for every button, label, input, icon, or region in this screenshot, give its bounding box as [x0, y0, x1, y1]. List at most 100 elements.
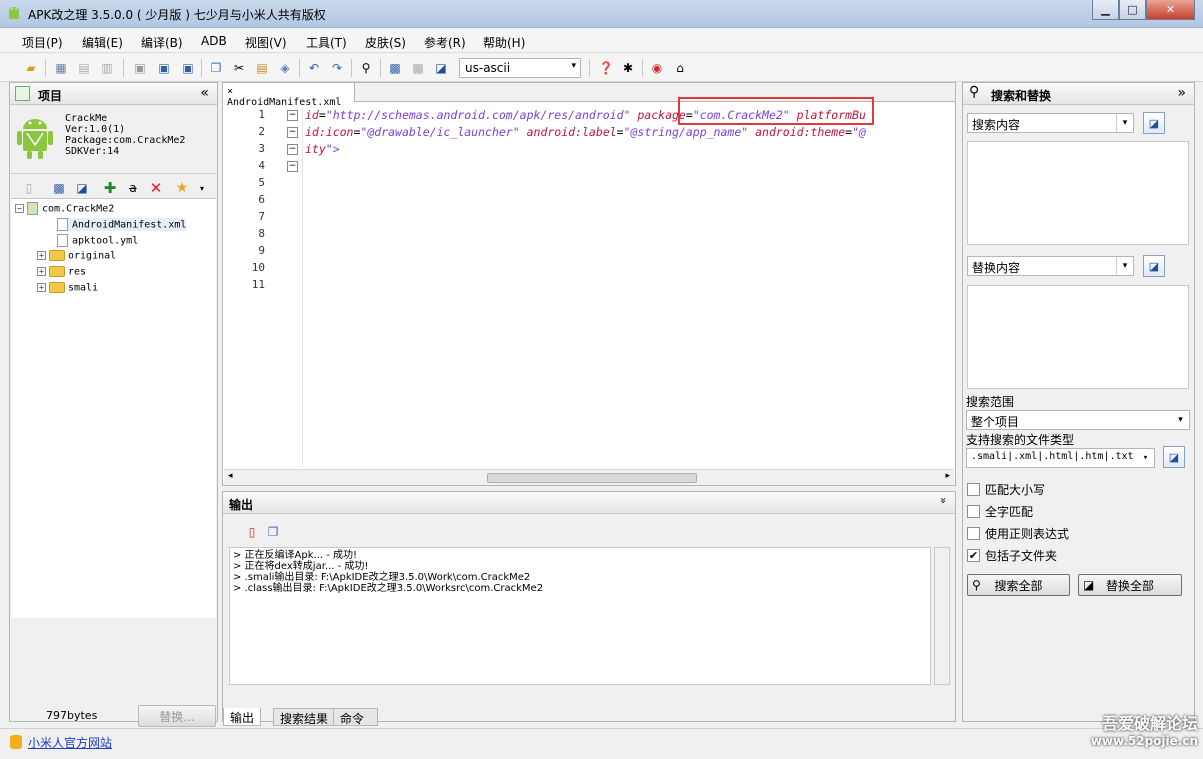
scroll-thumb[interactable] — [487, 473, 697, 483]
menu-view[interactable]: 视图(V) — [245, 34, 287, 51]
include-subfolders-checkbox[interactable]: ✔ — [967, 549, 980, 562]
bug-icon[interactable]: ✱ — [619, 59, 637, 77]
search-all-button[interactable]: ⚲ 搜索全部 — [967, 574, 1070, 596]
add-icon[interactable]: ✚ — [101, 179, 119, 197]
menu-edit[interactable]: 编辑(E) — [82, 34, 123, 51]
fold-marker[interactable]: − — [287, 161, 298, 172]
menu-tools[interactable]: 工具(T) — [306, 34, 347, 51]
menu-project[interactable]: 项目(P) — [22, 34, 63, 51]
replace-textarea[interactable] — [967, 285, 1189, 389]
doc-icon[interactable]: ▯ — [20, 179, 38, 197]
scope-select[interactable]: 整个项目 ▾ — [966, 410, 1190, 430]
output-panel: 输出 » ▯ ❐ > 正在反编译Apk... - 成功! > 正在将dex转成j… — [222, 491, 956, 726]
menu-reference[interactable]: 参考(R) — [424, 34, 466, 51]
encoding-select[interactable]: us-ascii ▾ — [459, 58, 581, 78]
collapse-icon[interactable]: « — [200, 85, 209, 101]
collapse-icon[interactable]: » — [937, 497, 950, 504]
replace-content-select[interactable]: 替换内容 ▾ — [967, 256, 1134, 276]
regex-checkbox[interactable] — [967, 527, 980, 540]
disabled-icon[interactable]: ▤ — [75, 59, 93, 77]
highlight-box — [678, 97, 874, 125]
replace-icon[interactable]: ◪ — [432, 59, 450, 77]
copy-icon[interactable]: ❐ — [207, 59, 225, 77]
output-title: 输出 — [229, 498, 254, 512]
undo-icon[interactable]: ↶ — [305, 59, 323, 77]
tree-folder-smali[interactable]: + smali — [37, 282, 98, 294]
tab-command[interactable]: 命令 — [333, 708, 378, 726]
project-tree: − com.CrackMe2 AndroidManifest.xml apktoo… — [11, 198, 216, 618]
fold-marker[interactable]: − — [287, 127, 298, 138]
copy-icon[interactable]: ❐ — [264, 523, 282, 541]
cut-icon[interactable]: ✂ — [230, 59, 248, 77]
help-icon[interactable]: ❓ — [597, 59, 615, 77]
search-panel-title: 搜索和替换 — [991, 89, 1052, 103]
output-log: > 正在反编译Apk... - 成功! > 正在将dex转成jar... - 成… — [229, 547, 931, 685]
menu-build[interactable]: 编译(B) — [141, 34, 183, 51]
star-icon[interactable]: ★ — [173, 179, 191, 197]
close-window-button[interactable]: ✕ — [1146, 0, 1195, 20]
fold-marker[interactable]: − — [287, 144, 298, 155]
replace-icon-2[interactable]: ◪ — [73, 179, 91, 197]
output-line: > .class输出目录: F:\ApkIDE改之理3.5.0\Worksrc\… — [233, 583, 544, 594]
clipboard-icon[interactable]: ◈ — [276, 59, 294, 77]
vertical-scrollbar[interactable] — [934, 547, 950, 685]
tab-close-icon[interactable]: × — [227, 86, 233, 97]
tab-search-results[interactable]: 搜索结果 — [273, 708, 336, 726]
tab-output[interactable]: 输出 — [223, 708, 262, 726]
save-as-icon[interactable]: ▣ — [155, 59, 173, 77]
whole-word-checkbox[interactable] — [967, 505, 980, 518]
tree-folder-res[interactable]: + res — [37, 266, 86, 278]
line-number: 10 — [251, 261, 265, 274]
tree-file-manifest[interactable]: AndroidManifest.xml — [57, 218, 187, 231]
save-all-icon[interactable]: ▣ — [179, 59, 197, 77]
tree-file-apktool[interactable]: apktool.yml — [57, 234, 138, 247]
official-site-link[interactable]: 小米人官方网站 — [28, 734, 112, 751]
file-types-icon[interactable]: ◪ — [1163, 446, 1185, 468]
include-subfolders-label: 包括子文件夹 — [985, 549, 1058, 563]
file-size: 797bytes — [46, 709, 98, 722]
rename-icon[interactable]: a̶ — [124, 179, 142, 197]
open-folder-icon[interactable]: ▰ — [22, 59, 40, 77]
find-icon[interactable]: ⚲ — [357, 59, 375, 77]
search-content-select[interactable]: 搜索内容 ▾ — [967, 113, 1134, 133]
delete-icon[interactable]: ✕ — [147, 179, 165, 197]
maximize-button[interactable]: □ — [1119, 0, 1146, 20]
replace-all-button[interactable]: ◪ 替换全部 — [1078, 574, 1182, 596]
match-case-checkbox[interactable] — [967, 483, 980, 496]
file-types-select[interactable]: .smali|.xml|.html|.htm|.txt ▾ — [966, 448, 1155, 468]
weibo-icon[interactable]: ◉ — [648, 59, 666, 77]
menu-adb[interactable]: ADB — [201, 34, 227, 48]
image-icon-2[interactable]: ▩ — [50, 179, 68, 197]
tree-folder-original[interactable]: + original — [37, 250, 116, 262]
image-icon[interactable]: ▩ — [386, 59, 404, 77]
menu-skin[interactable]: 皮肤(S) — [365, 34, 406, 51]
grid-icon[interactable]: ▦ — [52, 59, 70, 77]
clear-icon[interactable]: ▯ — [243, 523, 261, 541]
search-options-icon[interactable]: ◪ — [1143, 112, 1165, 134]
shield-icon — [10, 735, 22, 749]
replace-button[interactable]: 替换... — [138, 705, 216, 727]
menu-bar: 项目(P) 编辑(E) 编译(B) ADB 视图(V) 工具(T) 皮肤(S) … — [0, 29, 1203, 53]
redo-icon[interactable]: ↷ — [328, 59, 346, 77]
line-number: 4 — [258, 159, 265, 172]
project-icon — [15, 86, 30, 101]
app-version: Ver:1.0(1) — [65, 124, 126, 135]
minimize-button[interactable]: ▁ — [1092, 0, 1119, 20]
output-line: > .smali输出目录: F:\ApkIDE改之理3.5.0\Work\com… — [233, 572, 531, 583]
replace-options-icon[interactable]: ◪ — [1143, 255, 1165, 277]
line-number: 3 — [258, 142, 265, 155]
tab-androidmanifest[interactable]: × AndroidManifest.xml — [223, 83, 355, 108]
code-editor[interactable]: × AndroidManifest.xml 1 2 3 4 5 6 7 8 9 … — [222, 82, 956, 486]
save-icon[interactable]: ▣ — [131, 59, 149, 77]
fold-marker[interactable]: − — [287, 110, 298, 121]
menu-help[interactable]: 帮助(H) — [483, 34, 525, 51]
tree-root[interactable]: − com.CrackMe2 — [15, 202, 114, 215]
collapse-icon[interactable]: » — [1177, 85, 1186, 101]
disabled-image-icon[interactable]: ▩ — [409, 59, 427, 77]
chevron-down-icon[interactable]: ▾ — [193, 179, 211, 197]
home-icon[interactable]: ⌂ — [671, 59, 689, 77]
disabled-icon-2[interactable]: ▥ — [98, 59, 116, 77]
horizontal-scrollbar[interactable]: ◂ ▸ — [224, 469, 954, 485]
paste-icon[interactable]: ▤ — [253, 59, 271, 77]
search-textarea[interactable] — [967, 141, 1189, 245]
